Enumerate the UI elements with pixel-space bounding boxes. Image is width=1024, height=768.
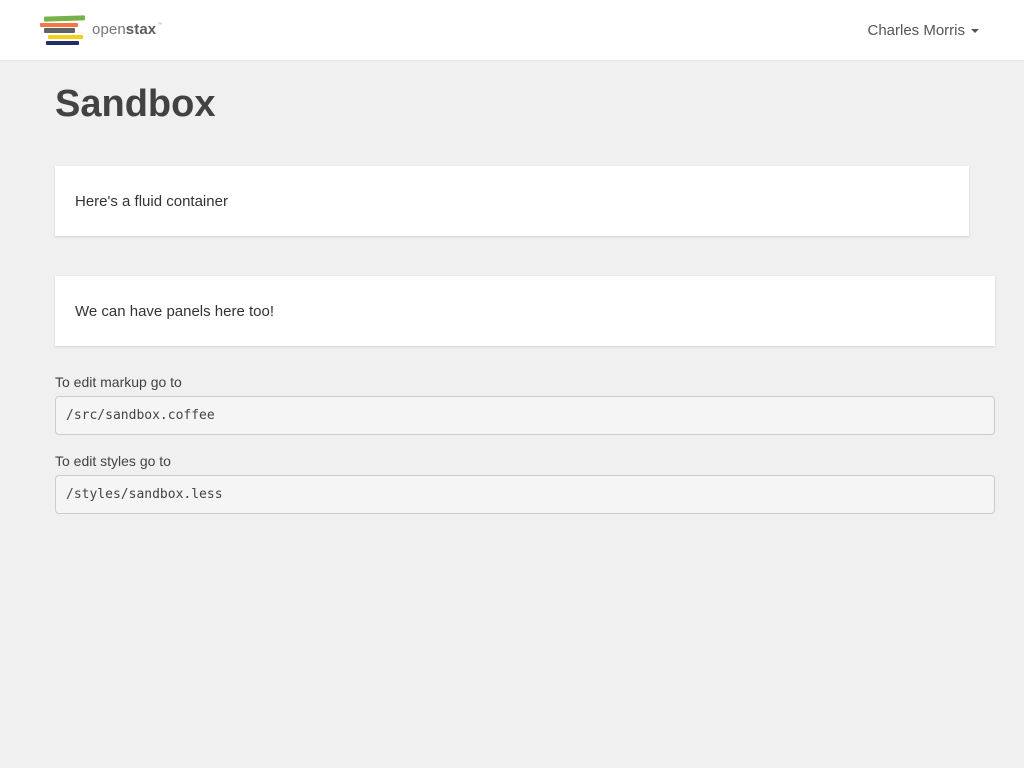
brand-name: open stax ™: [92, 14, 162, 49]
styles-label: To edit styles go to: [55, 453, 171, 469]
user-menu-dropdown[interactable]: Charles Morris: [867, 0, 979, 60]
stacked-books-icon: [40, 15, 86, 47]
panel-text: We can have panels here too!: [75, 302, 275, 320]
logo-bar-navy: [46, 41, 79, 45]
user-name: Charles Morris: [867, 21, 965, 39]
logo-bar-orange: [40, 23, 78, 27]
fluid-container-text: Here's a fluid container: [75, 192, 228, 210]
styles-path-text: /styles/sandbox.less: [66, 487, 223, 502]
styles-path-code: /styles/sandbox.less: [55, 475, 995, 514]
logo-bar-gray: [44, 28, 75, 33]
top-navbar: open stax ™ Charles Morris: [0, 0, 1024, 60]
logo-bar-green: [43, 15, 86, 22]
trademark-symbol: ™: [157, 21, 163, 28]
markup-path-text: /src/sandbox.coffee: [66, 408, 215, 423]
brand-name-bold: stax: [125, 20, 157, 38]
fluid-container-card: Here's a fluid container: [55, 166, 969, 236]
panel-card: We can have panels here too!: [55, 276, 995, 346]
brand-name-light: open: [92, 20, 126, 38]
page-title: Sandbox: [55, 83, 216, 125]
logo-bar-yellow: [48, 35, 83, 39]
markup-label: To edit markup go to: [55, 374, 182, 390]
caret-down-icon: [971, 29, 979, 33]
openstax-logo[interactable]: open stax ™: [40, 15, 162, 47]
markup-path-code: /src/sandbox.coffee: [55, 396, 995, 435]
